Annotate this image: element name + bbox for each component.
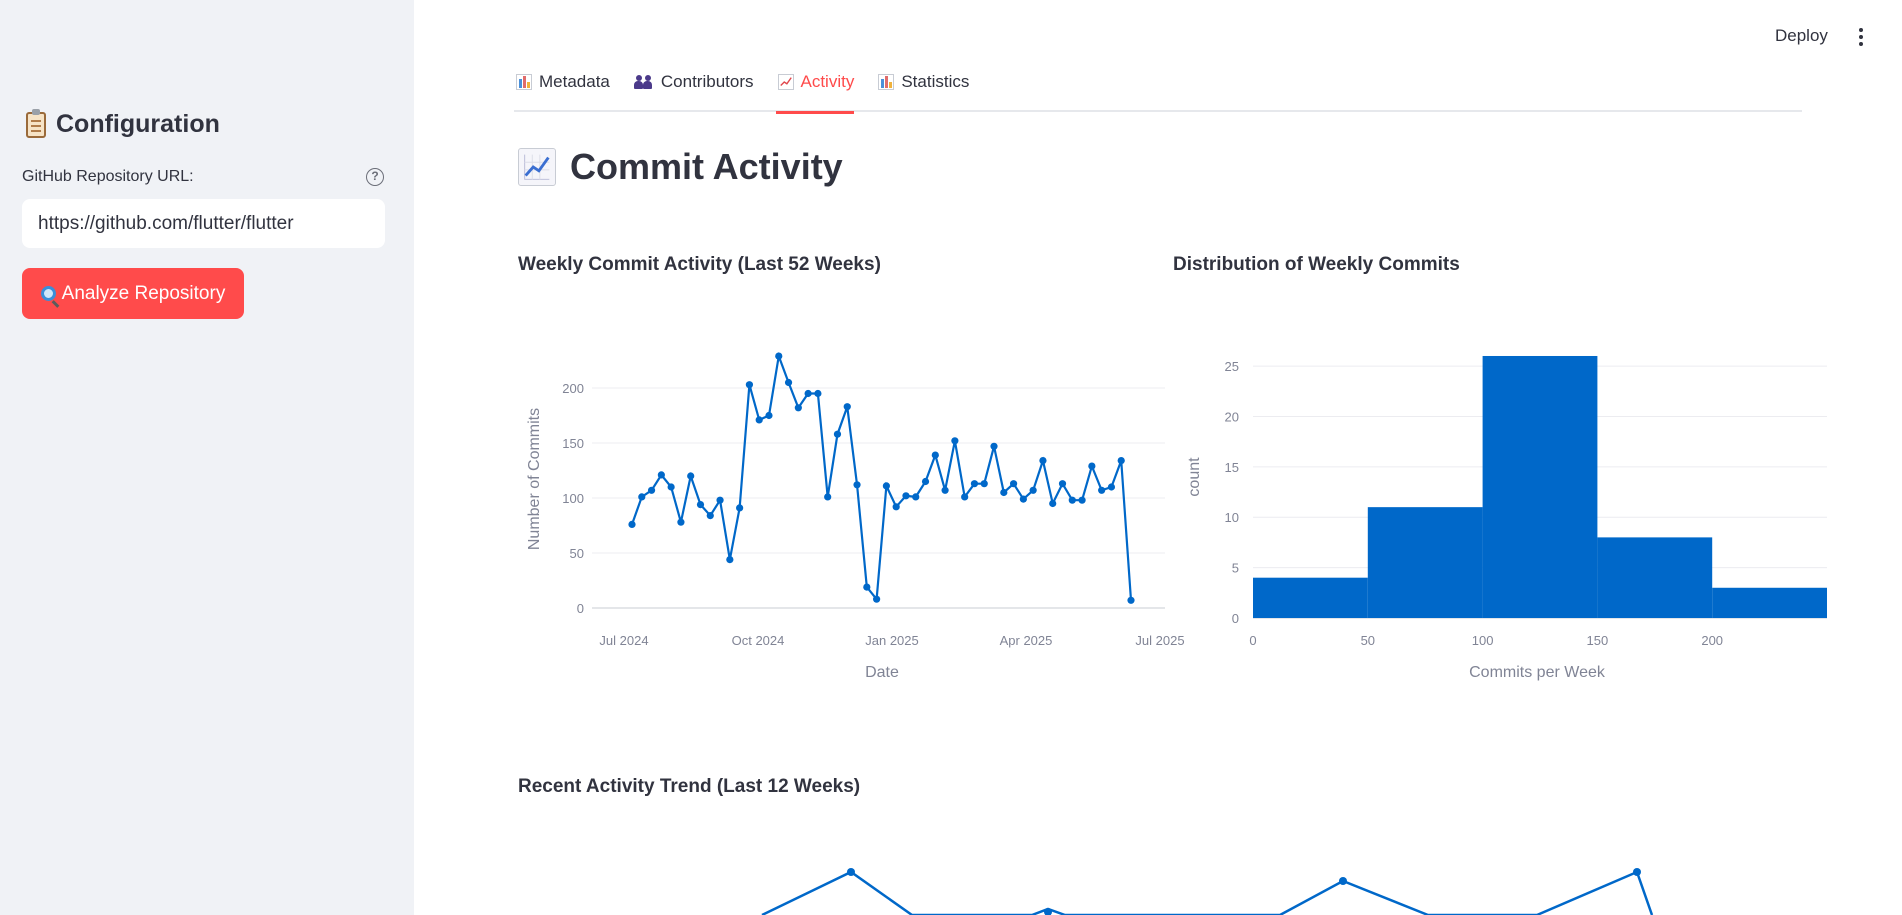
data-point — [755, 416, 763, 424]
data-point — [921, 477, 930, 486]
x-tick-label: Jan 2025 — [865, 633, 919, 648]
data-point — [941, 486, 949, 494]
data-point — [814, 389, 822, 398]
data-point — [745, 381, 754, 389]
data-point — [657, 471, 665, 479]
series-line — [630, 351, 1133, 603]
data-point — [1039, 457, 1047, 465]
data-point — [961, 493, 969, 501]
data-point — [824, 493, 832, 501]
data-point — [726, 556, 734, 564]
weekly-commit-line-chart: 0 50 100 150 200 Jul 2024 Oct 2024 Jan 2025 Apr … — [526, 351, 1185, 681]
x-axis-label: Date — [865, 664, 899, 681]
data-point — [931, 451, 939, 459]
data-point — [1068, 496, 1076, 504]
data-point — [794, 404, 802, 412]
data-point — [902, 492, 910, 500]
x-tick-label: Jul 2025 — [1135, 633, 1184, 648]
data-point — [1000, 488, 1008, 497]
y-tick-label: 200 — [562, 381, 584, 396]
y-tick-label: 50 — [570, 546, 584, 561]
data-point — [1088, 462, 1096, 470]
x-tick-label: Apr 2025 — [1000, 633, 1053, 648]
data-point — [843, 403, 851, 411]
data-point — [638, 493, 646, 501]
data-point — [775, 352, 783, 360]
data-point — [873, 595, 881, 603]
data-point — [1009, 480, 1018, 488]
x-tick-label: Oct 2024 — [732, 633, 785, 648]
data-point — [951, 437, 959, 445]
data-point — [990, 442, 998, 450]
data-point — [716, 496, 724, 504]
data-point — [912, 493, 920, 501]
data-point — [1078, 496, 1086, 504]
y-tick-label: 100 — [562, 491, 584, 506]
x-tick-label: Jul 2024 — [599, 633, 648, 648]
data-point — [1107, 483, 1116, 491]
data-point — [1058, 480, 1067, 488]
data-point — [1049, 499, 1057, 508]
data-point — [677, 518, 685, 526]
data-point — [667, 483, 675, 491]
app-root: Configuration GitHub Repository URL: ? A… — [0, 0, 1902, 915]
data-point — [687, 472, 695, 480]
data-point — [1117, 457, 1125, 465]
y-axis-label: Number of Commits — [526, 408, 543, 550]
data-point — [706, 511, 714, 520]
data-point — [882, 482, 890, 490]
data-point — [647, 486, 656, 494]
data-point — [863, 583, 871, 591]
data-point — [765, 411, 773, 420]
data-point — [804, 389, 812, 398]
data-point — [980, 480, 988, 488]
y-tick-label: 150 — [562, 436, 584, 451]
data-point — [1098, 486, 1106, 494]
data-point — [892, 503, 900, 511]
data-point — [1029, 486, 1037, 494]
data-point — [833, 430, 842, 438]
data-point — [853, 481, 861, 489]
data-point — [1127, 596, 1135, 604]
data-point — [696, 501, 705, 509]
data-point — [736, 504, 744, 512]
y-tick-label: 0 — [577, 601, 584, 616]
data-point — [628, 520, 636, 529]
data-point — [784, 378, 793, 387]
data-point — [1019, 495, 1027, 503]
data-point — [970, 480, 979, 488]
